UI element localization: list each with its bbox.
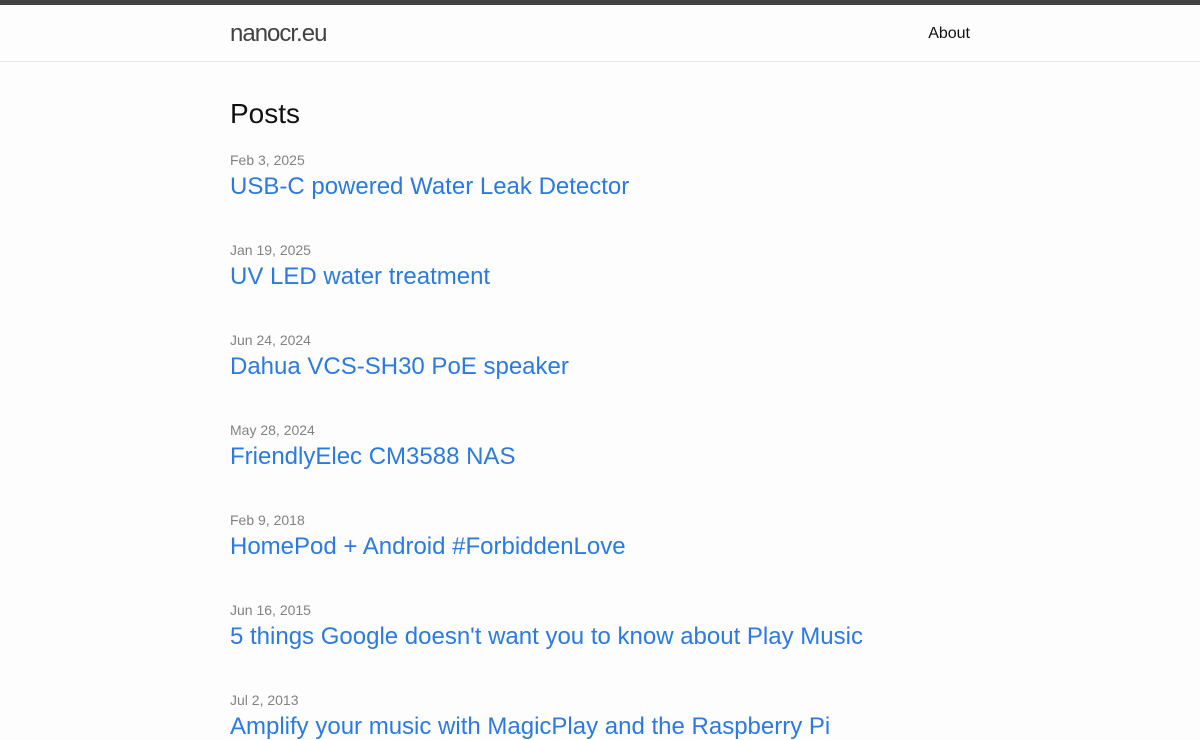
- post-title-link[interactable]: Dahua VCS-SH30 PoE speaker: [230, 352, 970, 382]
- post-list: Feb 3, 2025 USB-C powered Water Leak Det…: [230, 150, 970, 740]
- site-title-link[interactable]: nanocr.eu: [230, 19, 327, 49]
- post-title-link[interactable]: Amplify your music with MagicPlay and th…: [230, 712, 970, 740]
- page-heading: Posts: [230, 98, 301, 129]
- post-date: Jan 19, 2025: [230, 242, 311, 258]
- post-date: May 28, 2024: [230, 422, 315, 438]
- post-date: Jun 24, 2024: [230, 332, 311, 348]
- content-wrapper: Posts Feb 3, 2025 USB-C powered Water Le…: [230, 96, 970, 740]
- site-nav: About: [928, 23, 970, 45]
- post-list-item: Jun 24, 2024 Dahua VCS-SH30 PoE speaker: [230, 330, 970, 390]
- post-title-link[interactable]: 5 things Google doesn't want you to know…: [230, 622, 970, 652]
- post-date: Feb 9, 2018: [230, 512, 305, 528]
- post-list-item: Jun 16, 2015 5 things Google doesn't wan…: [230, 600, 970, 660]
- nav-link-about[interactable]: About: [928, 25, 970, 42]
- page-content: Posts Feb 3, 2025 USB-C powered Water Le…: [0, 62, 1200, 740]
- site-header: nanocr.eu About: [0, 5, 1200, 62]
- post-title-link[interactable]: HomePod + Android #ForbiddenLove: [230, 532, 970, 562]
- post-list-item: Jul 2, 2013 Amplify your music with Magi…: [230, 690, 970, 740]
- post-list-item: Feb 9, 2018 HomePod + Android #Forbidden…: [230, 510, 970, 570]
- post-title-link[interactable]: UV LED water treatment: [230, 262, 970, 292]
- post-title-link[interactable]: USB-C powered Water Leak Detector: [230, 172, 970, 202]
- post-date: Feb 3, 2025: [230, 152, 305, 168]
- post-list-item: May 28, 2024 FriendlyElec CM3588 NAS: [230, 420, 970, 480]
- post-date: Jun 16, 2015: [230, 602, 311, 618]
- post-list-item: Jan 19, 2025 UV LED water treatment: [230, 240, 970, 300]
- post-list-item: Feb 3, 2025 USB-C powered Water Leak Det…: [230, 150, 970, 210]
- post-date: Jul 2, 2013: [230, 692, 299, 708]
- post-title-link[interactable]: FriendlyElec CM3588 NAS: [230, 442, 970, 472]
